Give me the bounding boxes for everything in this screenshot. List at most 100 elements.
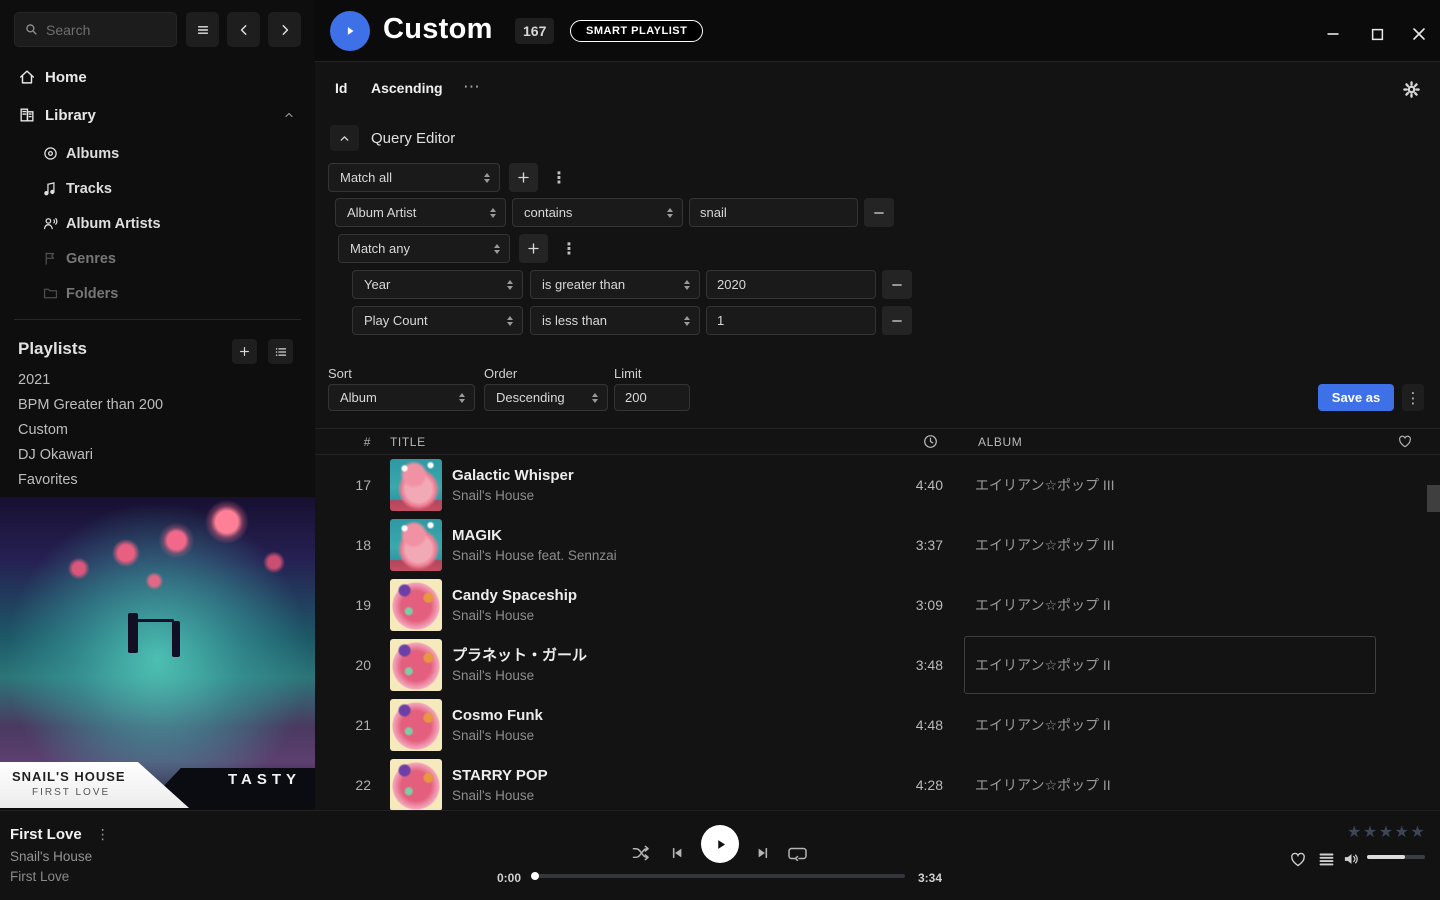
track-album[interactable]: エイリアン☆ポップ III	[975, 475, 1115, 495]
rule-field-select[interactable]: Play Count	[352, 306, 523, 335]
now-playing-options-kebab[interactable]: ⋮	[96, 826, 110, 843]
column-header-index[interactable]: #	[315, 435, 381, 449]
table-row[interactable]: 17 Galactic Whisper Snail's House 4:40 エ…	[315, 455, 1440, 515]
track-album[interactable]: エイリアン☆ポップ III	[975, 535, 1115, 555]
track-title[interactable]: プラネット・ガール	[452, 646, 870, 666]
save-as-button[interactable]: Save as	[1318, 384, 1394, 411]
track-title[interactable]: Cosmo Funk	[452, 706, 870, 726]
remove-rule-button[interactable]	[882, 306, 912, 335]
track-album[interactable]: エイリアン☆ポップ II	[975, 715, 1111, 735]
add-rule-button[interactable]	[509, 163, 538, 192]
sidebar-item-home[interactable]: Home	[0, 60, 315, 94]
favorite-column-heart-icon[interactable]	[1398, 435, 1440, 448]
track-artist[interactable]: Snail's House	[452, 606, 870, 625]
sort-field-button[interactable]: Id	[335, 80, 347, 96]
track-title[interactable]: Candy Spaceship	[452, 586, 870, 606]
rule-field-select[interactable]: Year	[352, 270, 523, 299]
next-button[interactable]	[756, 846, 770, 860]
rating-stars[interactable]: ★★★★★	[1347, 822, 1426, 842]
track-artist[interactable]: Snail's House	[452, 726, 870, 745]
play-playlist-button[interactable]	[330, 11, 370, 51]
rule-operator-select[interactable]: is greater than	[530, 270, 700, 299]
scrollbar-thumb[interactable]	[1427, 485, 1440, 512]
match-type-select[interactable]: Match all	[328, 163, 500, 192]
table-row[interactable]: 21 Cosmo Funk Snail's House 4:48 エイリアン☆ポ…	[315, 695, 1440, 755]
limit-input[interactable]	[614, 384, 690, 411]
now-playing-artist[interactable]: Snail's House	[10, 849, 92, 864]
add-playlist-button[interactable]	[232, 339, 257, 364]
star-icon[interactable]: ★	[1347, 824, 1363, 841]
column-header-title[interactable]: TITLE	[381, 435, 452, 449]
playlist-item[interactable]: DJ Okawari	[18, 447, 278, 470]
save-options-kebab[interactable]: ⋮	[1402, 384, 1424, 411]
star-icon[interactable]: ★	[1410, 824, 1426, 841]
track-artist[interactable]: Snail's House	[452, 666, 870, 685]
sidebar-item-folders[interactable]: Folders	[0, 277, 315, 310]
volume-slider[interactable]	[1367, 855, 1425, 859]
sort-direction-button[interactable]: Ascending	[371, 80, 443, 96]
group-options-kebab[interactable]: ⋮	[561, 239, 577, 259]
rule-value-input[interactable]	[689, 198, 858, 227]
query-editor-collapse-button[interactable]	[330, 125, 359, 151]
chevron-up-icon[interactable]	[283, 109, 295, 121]
table-row[interactable]: 19 Candy Spaceship Snail's House 3:09 エイ…	[315, 575, 1440, 635]
rule-value-input[interactable]	[706, 306, 876, 335]
track-album[interactable]: エイリアン☆ポップ II	[975, 655, 1111, 675]
rule-field-select[interactable]: Album Artist	[335, 198, 506, 227]
playlist-item[interactable]: 2021	[18, 372, 278, 395]
favorite-heart-icon[interactable]	[1290, 852, 1306, 867]
table-row[interactable]: 20 プラネット・ガール Snail's House 3:48 エイリアン☆ポッ…	[315, 635, 1440, 695]
star-icon[interactable]: ★	[1395, 824, 1411, 841]
seek-knob[interactable]	[531, 872, 539, 880]
playlist-item[interactable]: Custom	[18, 422, 278, 445]
now-playing-cover-art[interactable]: SNAIL'S HOUSE FIRST LOVE TASTY	[0, 497, 315, 808]
sidebar-item-tracks[interactable]: Tracks	[0, 172, 315, 205]
nav-forward-button[interactable]	[268, 12, 301, 47]
more-options-icon[interactable]: ⋯	[463, 77, 480, 97]
remove-rule-button[interactable]	[882, 270, 912, 299]
rule-operator-select[interactable]: is less than	[530, 306, 700, 335]
table-row[interactable]: 22 STARRY POP Snail's House 4:28 エイリアン☆ポ…	[315, 755, 1440, 810]
match-type-select[interactable]: Match any	[338, 234, 510, 263]
track-album[interactable]: エイリアン☆ポップ II	[975, 775, 1111, 795]
previous-button[interactable]	[670, 846, 684, 860]
sidebar-item-library[interactable]: Library	[0, 98, 315, 132]
remove-rule-button[interactable]	[864, 198, 894, 227]
repeat-button[interactable]	[788, 846, 807, 861]
gear-icon[interactable]	[1402, 80, 1421, 99]
now-playing-title[interactable]: First Love	[10, 826, 82, 843]
track-title[interactable]: Galactic Whisper	[452, 466, 870, 486]
sidebar-item-albums[interactable]: Albums	[0, 137, 315, 170]
track-title[interactable]: MAGIK	[452, 526, 870, 546]
add-rule-button[interactable]	[519, 234, 548, 263]
rule-operator-select[interactable]: contains	[512, 198, 683, 227]
track-artist[interactable]: Snail's House feat. Sennzai	[452, 546, 870, 565]
column-header-album[interactable]: ALBUM	[950, 435, 1380, 449]
sidebar-item-album-artists[interactable]: Album Artists	[0, 207, 315, 240]
track-artist[interactable]: Snail's House	[452, 486, 870, 505]
nav-back-button[interactable]	[227, 12, 260, 47]
group-options-kebab[interactable]: ⋮	[551, 168, 567, 188]
track-artist[interactable]: Snail's House	[452, 786, 870, 805]
sidebar-item-genres[interactable]: Genres	[0, 242, 315, 275]
track-title[interactable]: STARRY POP	[452, 766, 870, 786]
seek-bar[interactable]	[535, 874, 905, 878]
manage-playlists-button[interactable]	[268, 339, 293, 364]
shuffle-button[interactable]	[632, 845, 651, 861]
rule-value-input[interactable]	[706, 270, 876, 299]
order-select[interactable]: Descending	[484, 384, 608, 411]
volume-icon[interactable]	[1343, 852, 1360, 866]
now-playing-album[interactable]: First Love	[10, 869, 69, 884]
star-icon[interactable]: ★	[1379, 824, 1395, 841]
playlist-item[interactable]: Favorites	[18, 472, 278, 495]
menu-button[interactable]	[186, 12, 219, 47]
playlist-item[interactable]: BPM Greater than 200	[18, 397, 278, 420]
star-icon[interactable]: ★	[1363, 824, 1379, 841]
window-maximize-button[interactable]	[1367, 24, 1387, 44]
sort-select[interactable]: Album	[328, 384, 475, 411]
play-pause-button[interactable]	[701, 825, 739, 863]
track-album[interactable]: エイリアン☆ポップ II	[975, 595, 1111, 615]
table-row[interactable]: 18 MAGIK Snail's House feat. Sennzai 3:3…	[315, 515, 1440, 575]
search-input[interactable]	[46, 22, 167, 38]
queue-icon[interactable]	[1319, 853, 1334, 866]
